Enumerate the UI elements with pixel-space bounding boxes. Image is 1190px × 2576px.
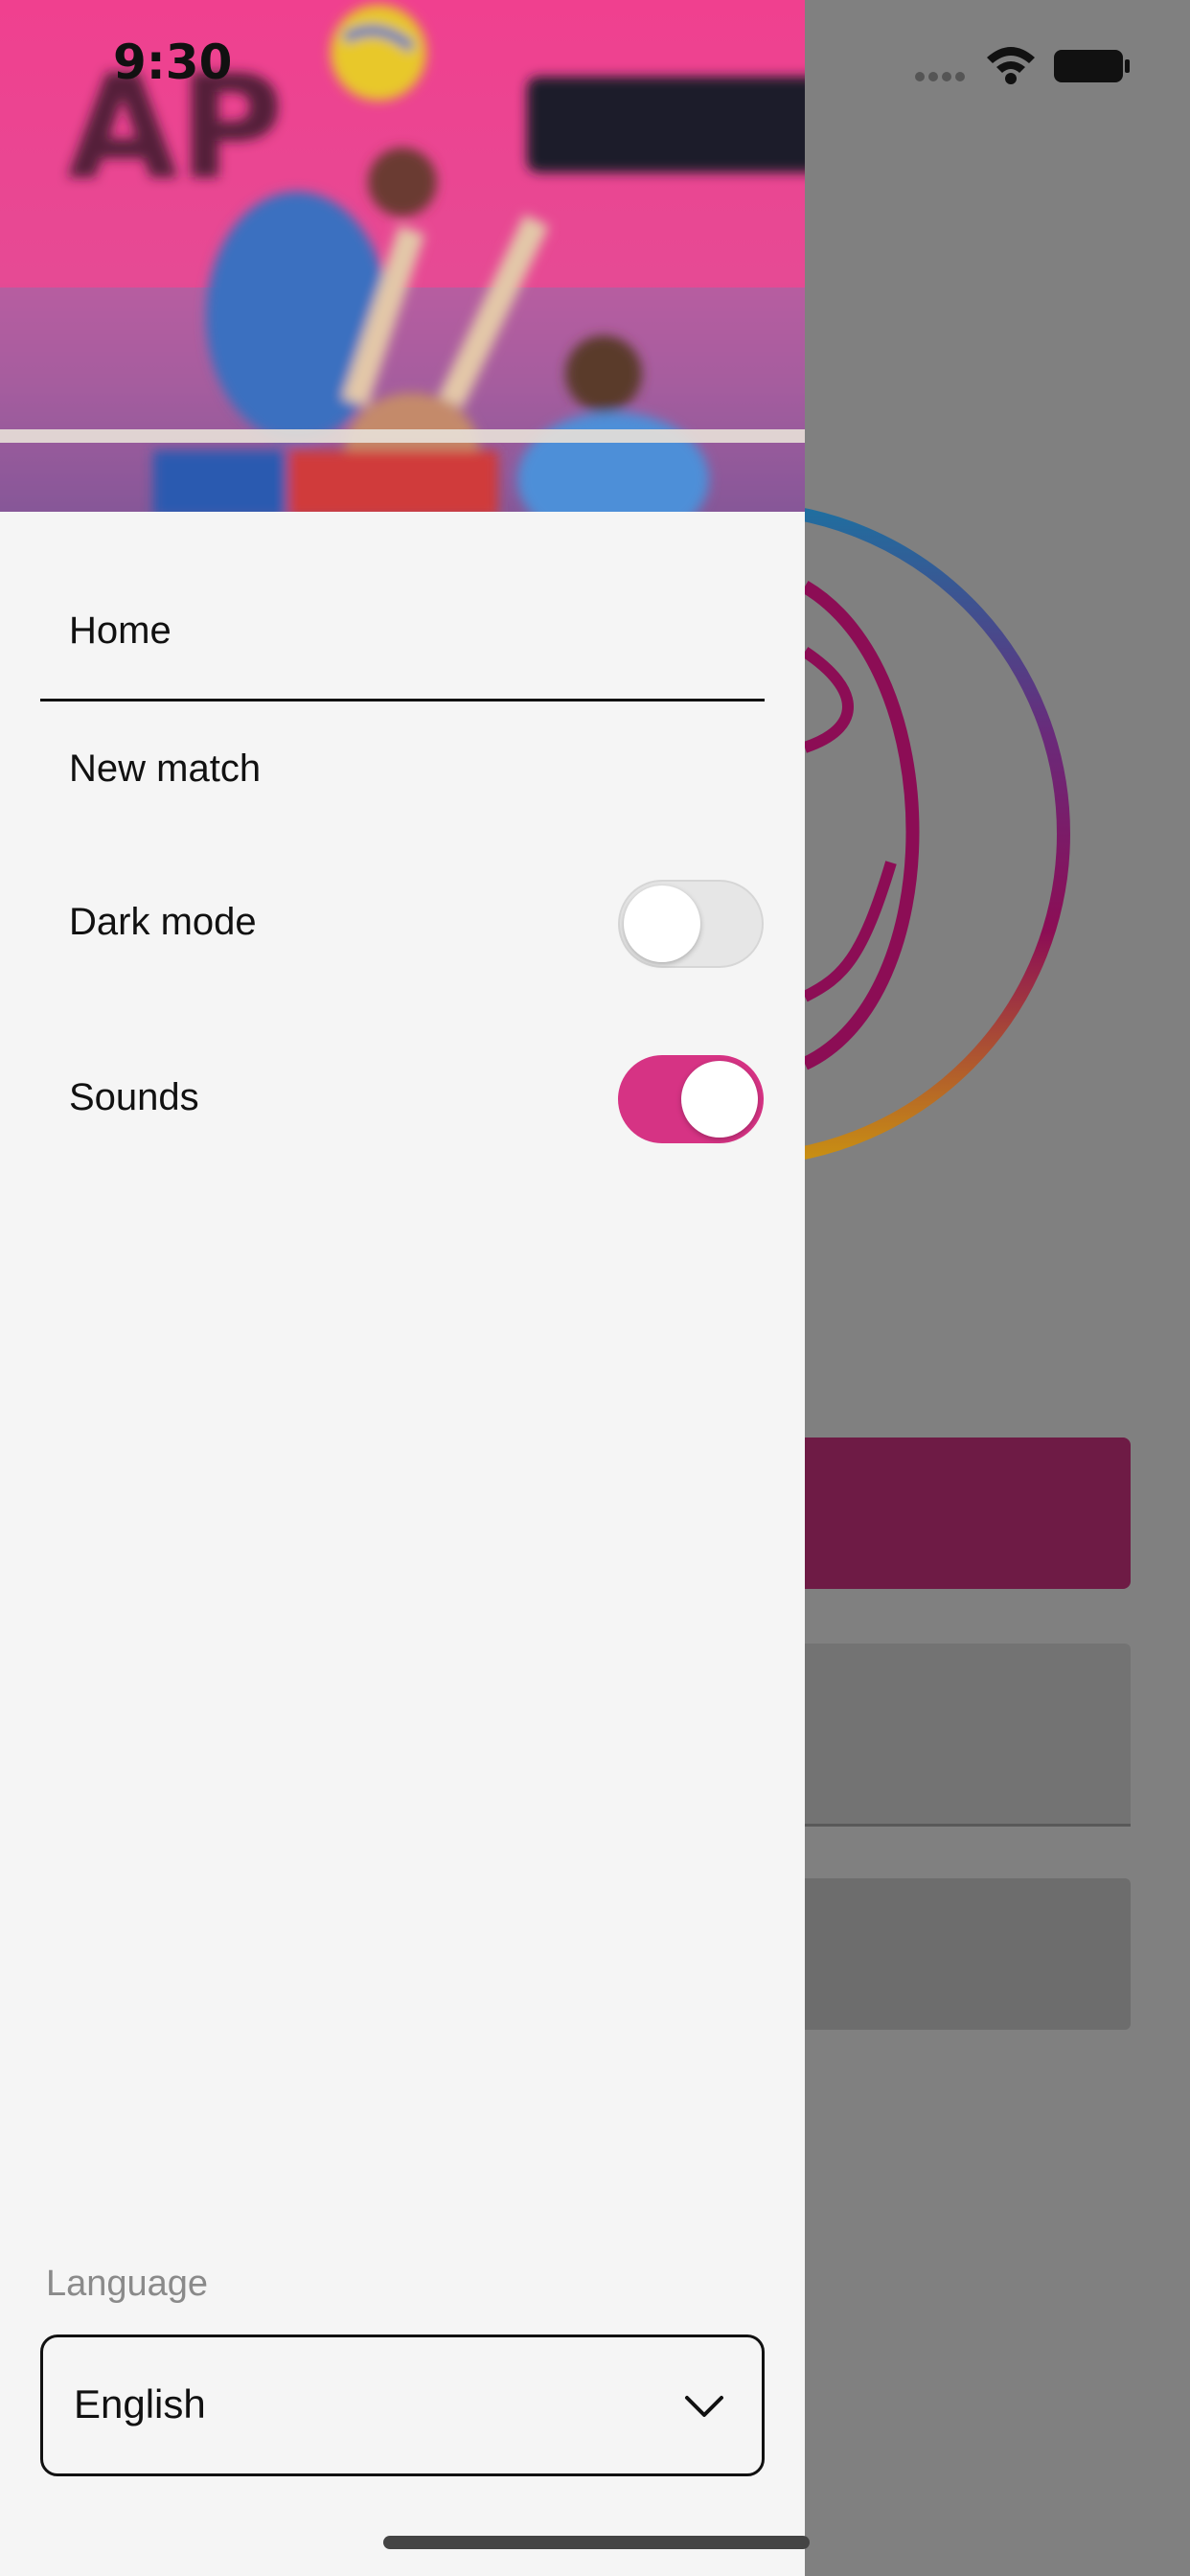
navigation-drawer: AP Home New match Dark mode Sounds Langu… — [0, 0, 805, 2576]
menu-item-home[interactable]: Home — [69, 610, 172, 653]
sounds-toggle[interactable] — [618, 1055, 764, 1143]
dark-mode-toggle[interactable] — [618, 880, 764, 968]
status-bar-icons — [910, 40, 1140, 93]
menu-item-new-match[interactable]: New match — [69, 748, 261, 791]
sounds-label: Sounds — [69, 1076, 199, 1118]
language-label: Language — [46, 2264, 209, 2304]
toggle-knob — [624, 886, 700, 962]
language-select[interactable]: English — [40, 2334, 765, 2476]
active-item-divider — [40, 699, 765, 702]
battery-icon — [1054, 50, 1130, 82]
status-bar-time: 9:30 — [113, 34, 233, 90]
chevron-down-icon — [685, 2396, 723, 2417]
signal-icon — [915, 72, 965, 81]
home-indicator[interactable] — [383, 2536, 810, 2549]
wifi-icon — [987, 47, 1035, 84]
dark-mode-label: Dark mode — [69, 901, 257, 943]
toggle-knob — [681, 1061, 758, 1138]
language-selected-value: English — [74, 2381, 206, 2426]
